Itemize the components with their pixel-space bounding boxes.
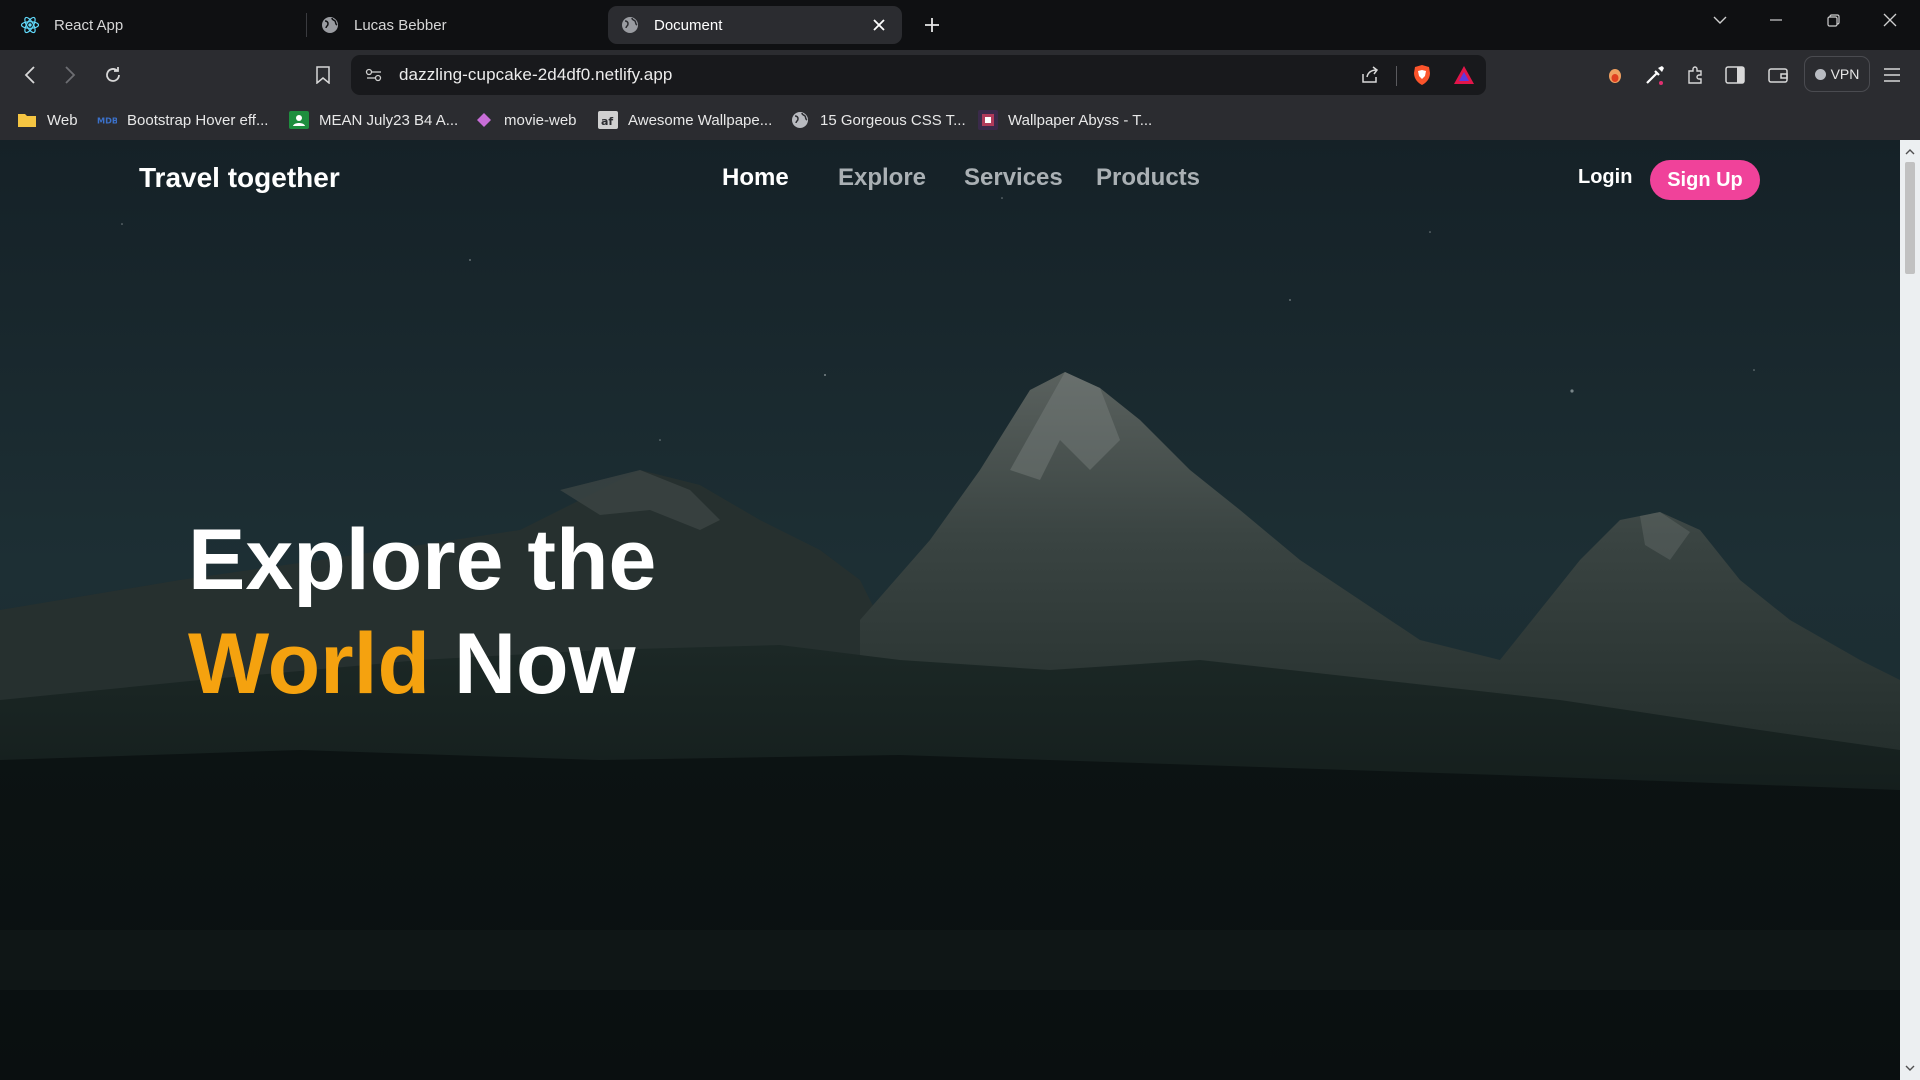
site-logo[interactable]: Travel together [139, 162, 340, 194]
tab-title: React App [54, 16, 124, 34]
url-text: dazzling-cupcake-2d4df0.netlify.app [399, 65, 673, 84]
share-icon[interactable] [1357, 62, 1383, 88]
page-viewport: Travel together Home Explore Services Pr… [0, 140, 1900, 1080]
bookmark-15-gorgeous-css[interactable]: 15 Gorgeous CSS T... [790, 108, 966, 132]
brave-shields-icon[interactable] [1409, 62, 1435, 88]
minimize-button[interactable] [1756, 6, 1796, 34]
mdb-icon: MDB [97, 110, 117, 130]
tab-bar: React App Lucas Bebber Document [0, 0, 1920, 50]
back-button[interactable] [16, 61, 44, 89]
bookmarks-bar: Web MDB Bootstrap Hover eff... MEAN July… [0, 100, 1920, 140]
bookmark-web[interactable]: Web [17, 108, 78, 132]
hero-line-2-rest: Now [453, 616, 636, 712]
brave-rewards-icon[interactable] [1451, 62, 1477, 88]
close-tab-icon[interactable] [870, 16, 888, 34]
tab-separator [306, 13, 307, 37]
react-icon [20, 15, 40, 35]
svg-text:MDB: MDB [97, 116, 117, 125]
tab-react-app[interactable]: React App [20, 6, 300, 44]
nav-link-products[interactable]: Products [1096, 164, 1200, 192]
nav-link-explore[interactable]: Explore [838, 164, 926, 192]
bookmark-movie-web[interactable]: movie-web [474, 108, 577, 132]
tab-document[interactable]: Document [608, 6, 902, 44]
reload-button[interactable] [99, 61, 127, 89]
omnibox-divider [1396, 66, 1397, 86]
close-window-button[interactable] [1870, 6, 1910, 34]
bookmark-label: MEAN July23 B4 A... [319, 111, 459, 129]
bookmark-label: 15 Gorgeous CSS T... [820, 111, 966, 129]
scroll-up-arrow-icon[interactable] [1904, 146, 1916, 158]
tab-lucas-bebber[interactable]: Lucas Bebber [320, 6, 600, 44]
bookmark-wallpaper-abyss[interactable]: Wallpaper Abyss - T... [978, 108, 1152, 132]
scroll-thumb[interactable] [1905, 162, 1915, 274]
nav-link-services[interactable]: Services [964, 164, 1063, 192]
bookmark-label: movie-web [504, 111, 577, 129]
vpn-status-icon [1814, 68, 1826, 80]
bookmark-label: Bootstrap Hover eff... [127, 111, 269, 129]
diamond-icon [474, 110, 494, 130]
bookmark-bootstrap-hover[interactable]: MDB Bootstrap Hover eff... [97, 108, 268, 132]
bookmark-label: Wallpaper Abyss - T... [1008, 111, 1153, 129]
hero-heading: Explore the World Now [188, 508, 656, 716]
vpn-button[interactable]: VPN [1804, 56, 1870, 92]
login-link[interactable]: Login [1578, 166, 1632, 189]
bookmark-mean-july23[interactable]: MEAN July23 B4 A... [289, 108, 458, 132]
forward-button[interactable] [56, 61, 84, 89]
abyss-icon [978, 110, 998, 130]
globe-icon [320, 15, 340, 35]
bookmark-label: Web [47, 111, 78, 129]
vpn-label: VPN [1830, 66, 1860, 82]
bookmark-awesome-wallpapers[interactable]: af Awesome Wallpape... [598, 108, 772, 132]
menu-icon[interactable] [1878, 61, 1906, 89]
page-scrollbar[interactable] [1900, 140, 1920, 1080]
signup-button[interactable]: Sign Up [1650, 160, 1760, 200]
color-picker-icon[interactable] [1641, 61, 1669, 89]
globe-icon [790, 110, 810, 130]
nav-link-home[interactable]: Home [722, 164, 789, 192]
tab-title: Document [654, 16, 723, 34]
wallet-icon[interactable] [1764, 61, 1792, 89]
restore-button[interactable] [1813, 6, 1853, 34]
folder-icon [17, 110, 37, 130]
scroll-down-arrow-icon[interactable] [1904, 1062, 1916, 1074]
tab-search-chevron-icon[interactable] [1700, 6, 1740, 34]
bookmark-icon[interactable] [309, 61, 337, 89]
browser-toolbar: dazzling-cupcake-2d4df0.netlify.app VPN [0, 50, 1920, 100]
tab-title: Lucas Bebber [354, 16, 447, 34]
site-settings-icon[interactable] [361, 62, 387, 88]
address-bar[interactable]: dazzling-cupcake-2d4df0.netlify.app [351, 55, 1486, 95]
hero-line-1: Explore the [188, 512, 657, 608]
new-tab-button[interactable] [919, 12, 945, 38]
extension-orange-icon[interactable] [1601, 61, 1629, 89]
svg-text:af: af [601, 115, 613, 128]
hero-line-2: World Now [188, 612, 656, 716]
bookmark-label: Awesome Wallpape... [628, 111, 773, 129]
globe-icon [620, 15, 640, 35]
hero-accent-word: World [188, 616, 431, 712]
wallpaper-icon: af [598, 110, 618, 130]
sidebar-icon[interactable] [1721, 61, 1749, 89]
extensions-icon[interactable] [1681, 61, 1709, 89]
classroom-icon [289, 110, 309, 130]
